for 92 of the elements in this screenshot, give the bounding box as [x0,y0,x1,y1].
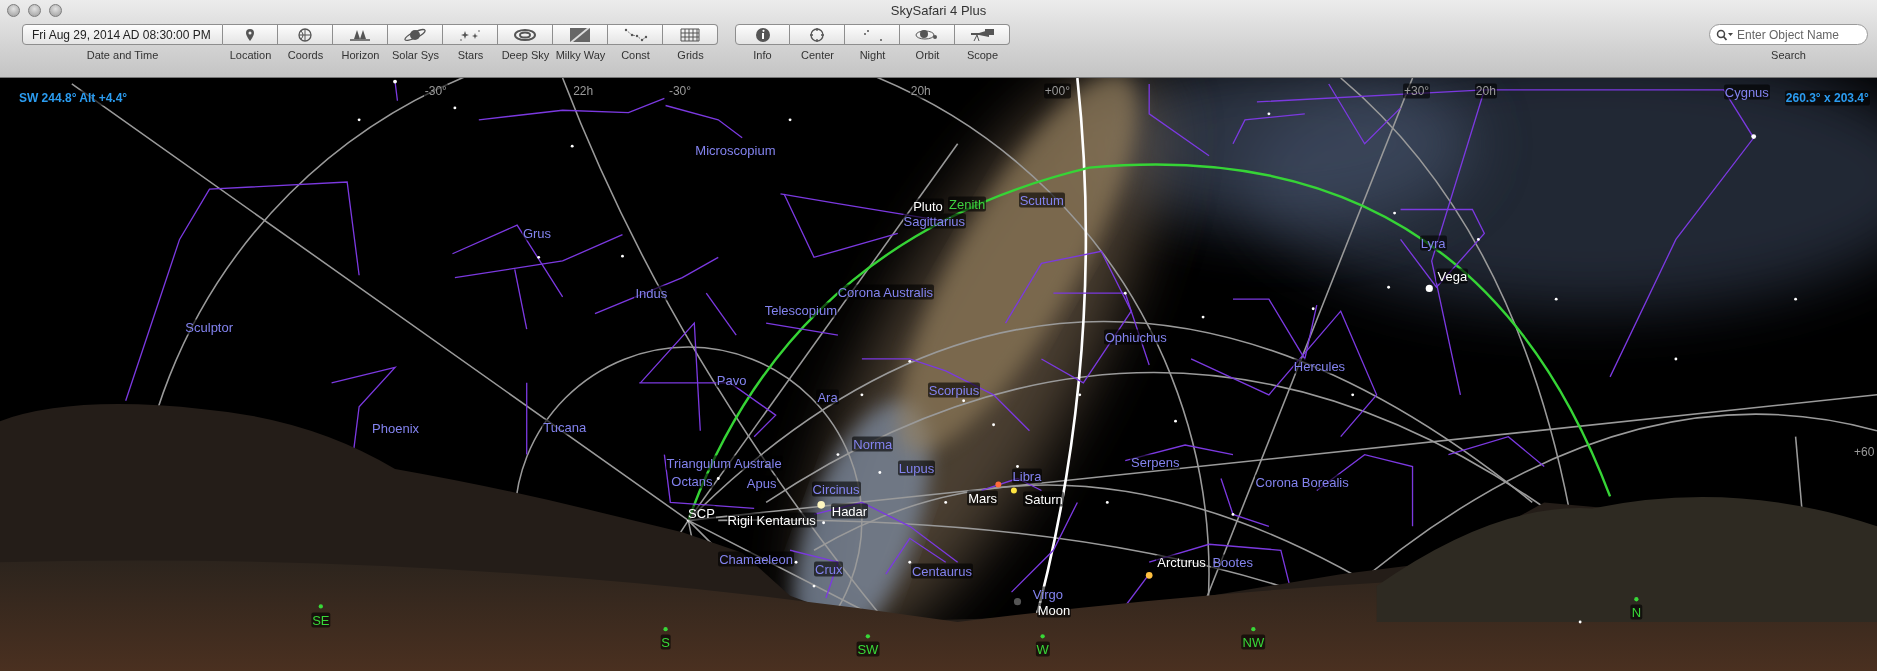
toolbar-label: Scope [966,49,999,62]
milkyway-button[interactable] [553,24,608,45]
window-control-button[interactable] [7,4,20,17]
toolbar-label: Coords [287,49,324,62]
scope-button[interactable] [955,24,1010,45]
search-icon [1716,28,1734,41]
horizon-button[interactable] [333,24,388,45]
object-label: Arcturus [1156,554,1207,570]
coords-button[interactable] [278,24,333,45]
spiral-galaxy-icon [512,26,538,43]
window-control-button[interactable] [49,4,62,17]
compass-direction-label: W [1035,641,1050,657]
toolbar-label: Horizon [341,49,380,62]
planet-button[interactable] [388,24,443,45]
toolbar-label: Milky Way [555,49,606,62]
toolbar-label: Location [229,49,272,62]
night-button[interactable] [845,24,900,45]
window-title: SkySafari 4 Plus [890,2,987,20]
center-button[interactable] [790,24,845,45]
constellation-label: Tucana [542,419,588,435]
object-label: Rigil Kentaurus [726,512,817,528]
toolbar-label: Night [859,49,886,62]
constellation-label: Serpens [1130,454,1181,470]
view-readout: SW 244.8° Alt +4.4° [17,90,129,106]
telescope-icon [969,26,995,43]
object-label: Moon [1036,602,1072,618]
toolbar-label: Info [753,49,772,62]
toolbar-label: Date and Time [86,49,159,62]
constellation-label: Sagittarius [902,213,966,229]
constellation-label: Corona Australis [836,284,935,300]
toolbar-label: Solar Sys [391,49,440,62]
constellation-label: Norma [852,436,894,452]
toolbar-label: Grids [677,49,704,62]
grid-icon [677,26,703,43]
toolbar-label: Deep Sky [501,49,550,62]
toolbar-label: Search [1771,49,1806,62]
compass-direction-label: NW [1241,634,1266,650]
grid-label: -30° [423,83,448,99]
object-label: Vega [1436,268,1469,284]
constellation-label: Crux [814,561,844,577]
toolbar-label: Stars [457,49,484,62]
constellation-label: Hercules [1292,358,1347,374]
constellation-label: Libra [1011,468,1043,484]
galaxy-button[interactable] [498,24,553,45]
info-button[interactable] [735,24,790,45]
view-readout: 260.3° x 203.4° [1784,90,1870,106]
toolbar-label: Orbit [915,49,940,62]
compass-direction-label: S [660,634,671,650]
stars-button[interactable] [443,24,498,45]
constellation-button[interactable] [608,24,663,45]
compass-direction-label: SE [311,612,331,628]
constellation-label: Bootes [1211,554,1254,570]
window-control-button[interactable] [28,4,41,17]
constellation-label: Telescopium [763,302,838,318]
grid-label: 20h [909,83,932,99]
constellation-label: Triangulum Australe [665,455,783,471]
constellation-label: Scutum [1018,192,1065,208]
constellation-label: Chamaeleon [718,551,794,567]
constellation-label: Scorpius [927,382,981,398]
grid-label: +00° [1043,83,1071,99]
constellation-label: Apus [745,475,778,491]
location-button[interactable] [223,24,278,45]
zenith-label: Zenith [948,196,987,212]
constellation-label: Corona Borealis [1254,474,1350,490]
constellation-icon [622,26,648,43]
compass-direction-label: N [1630,604,1643,620]
constellation-label: Centaurus [910,563,973,579]
search-field[interactable]: Enter Object Name [1709,24,1868,45]
constellation-label: Indus [634,285,669,301]
object-label: SCP [687,505,716,521]
constellation-label: Cygnus [1723,84,1770,100]
orbit-button[interactable] [900,24,955,45]
constellation-label: Octans [670,473,714,489]
toolbar-label: Center [801,49,834,62]
object-label: Hadar [830,503,869,519]
constellation-label: Lyra [1419,235,1447,251]
constellation-label: Lupus [897,460,936,476]
toolbar-label: Const [621,49,650,62]
object-label: Mars [967,490,999,506]
constellation-label: Virgo [1031,586,1064,602]
grid-label: +30° [1402,83,1431,99]
constellation-label: Circinus [811,481,861,497]
object-label: Pluto [912,198,944,214]
grid-label: 20h [1474,83,1497,99]
compass-direction-label: SW [856,641,880,657]
constellation-label: Sculptor [184,319,235,335]
planet-icon [402,26,428,43]
constellation-label: Ophiuchus [1103,329,1168,345]
band-icon [567,26,593,43]
date-time-button[interactable]: Fri Aug 29, 2014 AD 08:30:00 PM [22,24,223,45]
grid-button[interactable] [663,24,718,45]
object-label: Saturn [1023,491,1064,507]
